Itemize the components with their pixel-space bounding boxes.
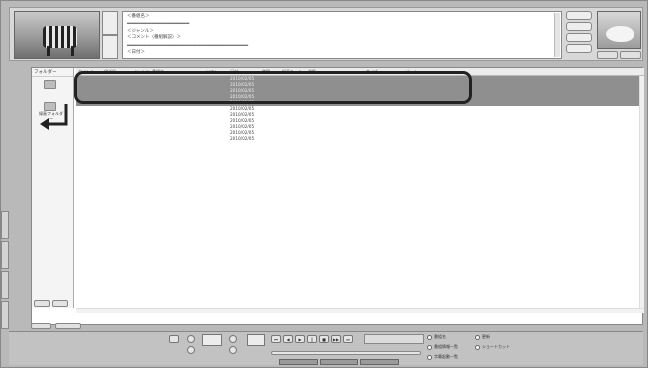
table-row[interactable]: 2010/02/05 xyxy=(76,136,644,142)
tab-info[interactable] xyxy=(102,35,118,59)
legend-item[interactable]: 字幕起動一覧 xyxy=(427,354,458,360)
highlight-callout-box xyxy=(74,71,472,104)
memo-line: ▂▂▂▂▂▂▂▂▂▂▂▂▂▂▂▂▂▂ xyxy=(127,20,190,26)
info-button-1[interactable] xyxy=(566,11,592,20)
video-preview-thumbnail[interactable] xyxy=(14,11,100,59)
info-button-4[interactable] xyxy=(566,44,592,53)
table-cell: 2010/02/05 xyxy=(230,136,255,141)
memo-line: ▂▂▂▂▂▂▂▂▂▂▂▂▂▂▂▂▂▂▂▂▂▂▂▂▂▂▂▂▂▂▂▂▂▂▂ xyxy=(127,41,249,47)
info-side-tabs xyxy=(102,11,118,59)
program-info-bar: ＜番組名＞ ▂▂▂▂▂▂▂▂▂▂▂▂▂▂▂▂▂▂ ＜ジャンル＞ ＜コメント（番組… xyxy=(9,7,643,61)
control-button[interactable] xyxy=(169,335,179,343)
program-memo-box[interactable]: ＜番組名＞ ▂▂▂▂▂▂▂▂▂▂▂▂▂▂▂▂▂▂ ＜ジャンル＞ ＜コメント（番組… xyxy=(122,11,562,59)
stop-button[interactable]: ■ xyxy=(319,335,329,343)
capture-button-1[interactable] xyxy=(597,51,618,59)
forward-button[interactable]: ▶▶ xyxy=(331,335,341,343)
bottom-button-2[interactable] xyxy=(55,323,81,329)
left-vertical-tabs xyxy=(1,211,9,329)
time-display xyxy=(364,334,424,344)
playback-progress-bar[interactable] xyxy=(271,351,421,355)
recording-list-panel: フォルダー 録画フォルダー タイトル 放送局 ジャンル 番組名 ソフト 日付 時… xyxy=(31,67,644,325)
vertical-tab-4[interactable] xyxy=(1,301,9,329)
check-icon xyxy=(475,344,480,350)
vertical-tab-1[interactable] xyxy=(1,211,9,239)
list-bottom-buttons xyxy=(31,322,643,330)
legend-item[interactable]: ショートカット xyxy=(475,344,510,350)
capture-button-2[interactable] xyxy=(620,51,641,59)
folder-item-current[interactable] xyxy=(38,80,64,92)
status-segment xyxy=(279,359,318,365)
status-bar xyxy=(279,359,400,365)
control-dial[interactable] xyxy=(187,335,195,343)
capture-thumbnail[interactable] xyxy=(597,11,641,49)
memo-line: ＜日付＞ xyxy=(127,50,145,56)
status-segment xyxy=(319,359,359,365)
legend-label: 字幕起動一覧 xyxy=(434,354,458,359)
vertical-tab-2[interactable] xyxy=(1,241,9,269)
callout-arrow-icon xyxy=(40,104,68,130)
circle-icon xyxy=(427,334,432,340)
folder-icon xyxy=(44,80,56,89)
play-button[interactable]: ▶ xyxy=(295,335,305,343)
legend-item[interactable]: 更新 xyxy=(475,334,490,340)
skip-back-button[interactable]: ⏮ xyxy=(271,335,281,343)
recording-list: タイトル 放送局 ジャンル 番組名 ソフト 日付 時間 録画モード 状態 サイズ… xyxy=(76,68,644,308)
folder-button-2[interactable] xyxy=(52,300,68,307)
playback-controls: ⏮ ◀ ▶ ‖ ■ ▶▶ ⏭ 番組名 番組情報一覧 字幕起動一覧 更新 ショート… xyxy=(9,331,643,365)
circle-icon xyxy=(427,354,432,360)
preview-screen-main xyxy=(247,334,265,346)
control-dial[interactable] xyxy=(229,335,237,343)
list-vertical-scrollbar[interactable] xyxy=(639,76,644,308)
preview-screen-small xyxy=(202,334,222,346)
rewind-button[interactable]: ◀ xyxy=(283,335,293,343)
legend-item[interactable]: 番組情報一覧 xyxy=(427,344,458,350)
vertical-tab-3[interactable] xyxy=(1,271,9,299)
skip-forward-button[interactable]: ⏭ xyxy=(343,335,353,343)
info-button-3[interactable] xyxy=(566,33,592,42)
legend-label: 更新 xyxy=(482,334,490,339)
zebra-leg xyxy=(71,46,74,56)
capture-buttons xyxy=(597,51,641,59)
memo-scrollbar[interactable] xyxy=(554,13,560,57)
status-segment xyxy=(360,359,400,365)
control-dial[interactable] xyxy=(229,346,237,354)
tab-memo[interactable] xyxy=(102,11,118,35)
action-legend: 番組名 番組情報一覧 字幕起動一覧 更新 ショートカット xyxy=(427,334,547,364)
check-icon xyxy=(475,334,480,340)
list-horizontal-scrollbar[interactable] xyxy=(76,308,644,313)
zebra-leg xyxy=(47,46,50,56)
zebra-image xyxy=(43,26,77,48)
pause-button[interactable]: ‖ xyxy=(307,335,317,343)
info-action-buttons xyxy=(566,11,594,59)
app-window: ＜番組名＞ ▂▂▂▂▂▂▂▂▂▂▂▂▂▂▂▂▂▂ ＜ジャンル＞ ＜コメント（番組… xyxy=(0,0,648,368)
folder-pane-buttons xyxy=(34,300,68,307)
legend-item[interactable]: 番組名 xyxy=(427,334,446,340)
control-dial[interactable] xyxy=(187,346,195,354)
legend-label: 番組情報一覧 xyxy=(434,344,458,349)
legend-label: ショートカット xyxy=(482,344,510,349)
circle-icon xyxy=(427,344,432,350)
info-button-2[interactable] xyxy=(566,22,592,31)
folder-button-1[interactable] xyxy=(34,300,50,307)
legend-label: 番組名 xyxy=(434,334,446,339)
seal-image xyxy=(606,26,634,42)
bottom-button-1[interactable] xyxy=(31,323,51,329)
folder-pane-header: フォルダー xyxy=(32,68,73,77)
